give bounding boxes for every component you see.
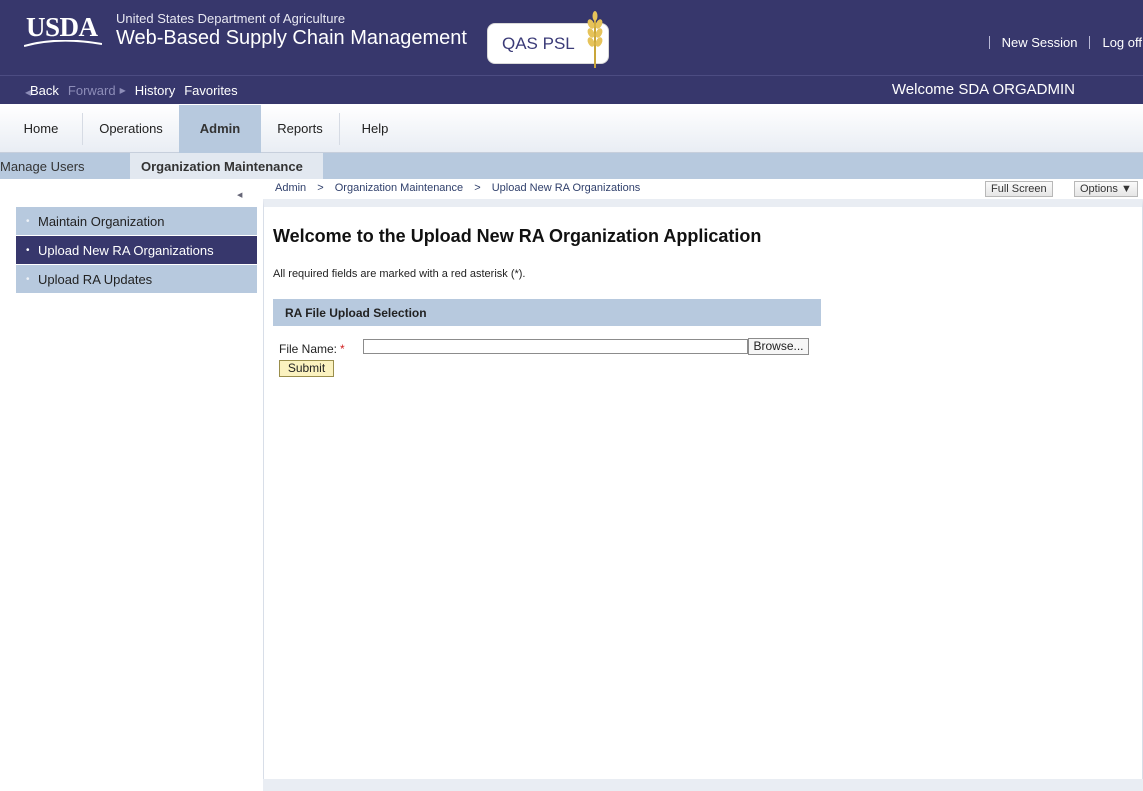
- usda-swoosh-icon: [24, 40, 102, 47]
- options-button[interactable]: Options ▼: [1074, 181, 1138, 197]
- collapse-sidebar-icon[interactable]: ◀: [237, 191, 242, 199]
- app-header: USDA United States Department of Agricul…: [0, 0, 1143, 75]
- bullet-icon: •: [26, 274, 30, 285]
- section-title: RA File Upload Selection: [285, 306, 427, 320]
- sidebar-item-upload-ra-updates[interactable]: • Upload RA Updates: [16, 265, 257, 294]
- favorites-link[interactable]: Favorites: [184, 83, 237, 98]
- brand-badge: QAS PSL: [487, 11, 609, 68]
- sidebar-item-label: Upload RA Updates: [38, 272, 153, 287]
- submit-button[interactable]: Submit: [279, 360, 334, 377]
- required-fields-note: All required fields are marked with a re…: [273, 268, 526, 280]
- content-frame: [263, 199, 1143, 782]
- brand-text: QAS PSL: [502, 34, 575, 53]
- content-bottom-bar: [263, 779, 1143, 791]
- forward-link[interactable]: Forward ▶: [68, 83, 126, 98]
- link-separator: [1089, 35, 1091, 49]
- forward-label: Forward: [67, 83, 116, 98]
- bullet-icon: •: [26, 216, 30, 227]
- sidebar: ◀ • Maintain Organization • Upload New R…: [0, 179, 260, 791]
- full-screen-button[interactable]: Full Screen: [985, 181, 1053, 197]
- breadcrumb-organization-maintenance[interactable]: Organization Maintenance: [335, 182, 463, 194]
- welcome-message: Welcome SDA ORGADMIN: [891, 81, 1075, 98]
- browse-button[interactable]: Browse...: [748, 338, 809, 355]
- file-name-label: File Name: *: [279, 342, 345, 356]
- main-tabs: Home Operations Admin Reports Help: [0, 105, 1143, 153]
- breadcrumb-admin[interactable]: Admin: [275, 182, 306, 194]
- history-link[interactable]: History: [135, 83, 175, 98]
- history-navigation: Back Forward ▶ History Favorites: [30, 83, 247, 98]
- forward-arrow-icon: ▶: [119, 86, 126, 95]
- subnav-organization-maintenance[interactable]: Organization Maintenance: [141, 159, 303, 174]
- breadcrumb: Admin > Organization Maintenance > Uploa…: [275, 182, 640, 194]
- link-separator: [988, 35, 990, 49]
- app-name: Web-Based Supply Chain Management: [116, 27, 467, 49]
- sidebar-item-label: Upload New RA Organizations: [38, 243, 214, 258]
- sidebar-item-maintain-organization[interactable]: • Maintain Organization: [16, 207, 257, 236]
- department-name: United States Department of Agriculture: [116, 11, 346, 26]
- page-title: Welcome to the Upload New RA Organizatio…: [273, 226, 762, 246]
- log-off-link[interactable]: Log off: [1102, 35, 1142, 50]
- breadcrumb-separator: >: [474, 182, 481, 194]
- sub-navigation: Manage Users Organization Maintenance: [0, 153, 1143, 179]
- breadcrumb-separator: >: [317, 182, 324, 194]
- section-header: RA File Upload Selection: [273, 299, 821, 326]
- usda-logo: USDA: [26, 12, 98, 42]
- tab-home[interactable]: Home: [0, 105, 82, 153]
- back-link[interactable]: Back: [30, 83, 59, 98]
- breadcrumb-bar: Admin > Organization Maintenance > Uploa…: [263, 179, 1143, 198]
- breadcrumb-current: Upload New RA Organizations: [491, 182, 641, 194]
- wheat-icon: [587, 11, 603, 68]
- required-asterisk: *: [340, 342, 345, 356]
- file-name-label-text: File Name:: [279, 342, 338, 356]
- tab-help[interactable]: Help: [340, 105, 410, 153]
- sidebar-item-label: Maintain Organization: [38, 214, 165, 229]
- tab-admin[interactable]: Admin: [179, 105, 261, 153]
- bullet-icon: •: [26, 245, 30, 256]
- tab-reports[interactable]: Reports: [261, 105, 339, 153]
- new-session-link[interactable]: New Session: [1002, 35, 1078, 50]
- sidebar-item-upload-new-ra-organizations[interactable]: • Upload New RA Organizations: [16, 236, 257, 265]
- top-links: New Session Log off: [977, 33, 1143, 51]
- file-name-input[interactable]: [363, 339, 748, 354]
- sidebar-menu: • Maintain Organization • Upload New RA …: [16, 207, 257, 294]
- tab-operations[interactable]: Operations: [83, 105, 179, 153]
- subnav-manage-users[interactable]: Manage Users: [0, 159, 85, 174]
- navigation-bar: ◀ Back Forward ▶ History Favorites Welco…: [0, 75, 1143, 104]
